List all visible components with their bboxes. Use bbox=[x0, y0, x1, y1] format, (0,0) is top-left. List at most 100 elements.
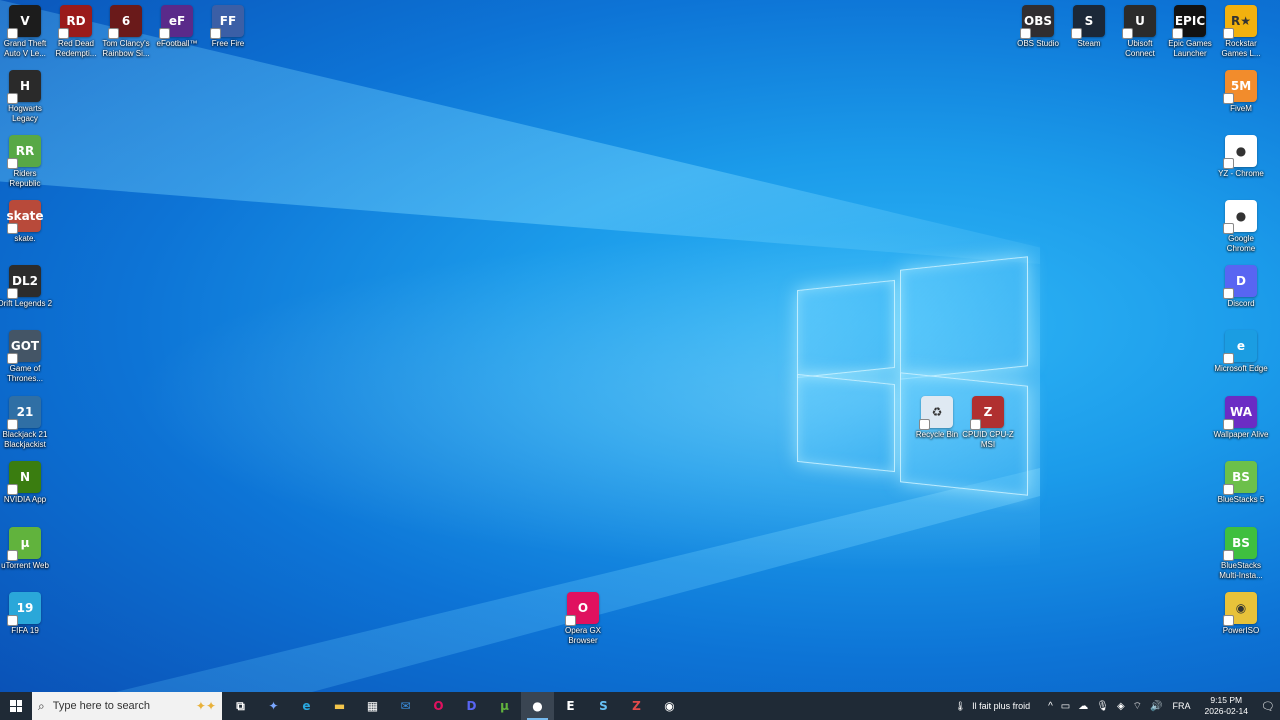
icon-badge-text: eF bbox=[168, 14, 186, 28]
desktop-icon-gta-v[interactable]: V Grand Theft Auto V Le... bbox=[0, 5, 53, 59]
search-box[interactable]: ⌕ Type here to search ✦✦ bbox=[32, 692, 222, 720]
taskbar-file-explorer-button[interactable]: ▬ bbox=[323, 692, 356, 720]
taskbar-steam-button[interactable]: S bbox=[587, 692, 620, 720]
epic-games-icon: EPIC bbox=[1172, 5, 1206, 39]
desktop-icon-ubisoft[interactable]: U Ubisoft Connect bbox=[1112, 5, 1168, 59]
desktop-icon-discord[interactable]: D Discord bbox=[1213, 265, 1269, 309]
shortcut-arrow-icon bbox=[7, 288, 18, 299]
desktop-icon-label: Ubisoft Connect bbox=[1125, 39, 1155, 58]
taskbar-copilot-button[interactable]: ✦ bbox=[257, 692, 290, 720]
desktop-icon-bluestacks[interactable]: BS BlueStacks 5 bbox=[1213, 461, 1269, 505]
desktop-icon-label: PowerISO bbox=[1222, 626, 1260, 635]
nvidia-tray-icon[interactable]: ◈ bbox=[1117, 701, 1125, 712]
desktop-icon-free-fire[interactable]: FF Free Fire bbox=[200, 5, 256, 49]
desktop-icon-hogwarts-legacy[interactable]: H Hogwarts Legacy bbox=[0, 70, 53, 124]
taskbar-edge-button[interactable]: e bbox=[290, 692, 323, 720]
network-icon[interactable]: ▭ bbox=[1061, 701, 1070, 712]
windows-start-icon bbox=[10, 700, 22, 712]
desktop-icon-label: Epic Games Launcher bbox=[1168, 39, 1212, 58]
desktop-icon-skate[interactable]: skate skate. bbox=[0, 200, 53, 244]
desktop-icon-chrome[interactable]: ● Google Chrome bbox=[1213, 200, 1269, 254]
desktop-icon-bluestacks-multi[interactable]: BS BlueStacks Multi-Insta... bbox=[1213, 527, 1269, 581]
desktop-icon-chrome-profile[interactable]: ● YZ - Chrome bbox=[1213, 135, 1269, 179]
desktop-icon-label: CPUID CPU-Z MSI bbox=[962, 430, 1014, 449]
desktop-icon-riders-republic[interactable]: RR Riders Republic bbox=[0, 135, 53, 189]
icon-badge-text: DL2 bbox=[12, 274, 38, 288]
desktop-icon-label: Red Dead Redempti... bbox=[55, 39, 97, 58]
desktop-icon-label: Discord bbox=[1227, 299, 1255, 308]
icon-badge-text: V bbox=[20, 14, 30, 28]
desktop-icon-wallpaper-alive[interactable]: WA Wallpaper Alive bbox=[1213, 396, 1269, 440]
icon-badge-text: GOT bbox=[10, 339, 40, 353]
search-icon: ⌕ bbox=[38, 698, 45, 713]
chevron-up-icon[interactable]: ^ bbox=[1048, 701, 1053, 712]
desktop-icon-poweriso[interactable]: ◉ PowerISO bbox=[1213, 592, 1269, 636]
chrome-icon: ● bbox=[1223, 200, 1257, 234]
shortcut-arrow-icon bbox=[565, 615, 576, 626]
icon-badge-text: WA bbox=[1230, 405, 1252, 419]
taskbar-opera-gx-button[interactable]: O bbox=[422, 692, 455, 720]
icon-badge-text: S bbox=[1084, 14, 1094, 28]
taskbar-chrome-button[interactable]: ● bbox=[521, 692, 554, 720]
desktop-icon-game-of-thrones[interactable]: GOT Game of Thrones... bbox=[0, 330, 53, 384]
desktop-icon-utorrent[interactable]: µ uTorrent Web bbox=[0, 527, 53, 571]
desktop-icon-edge[interactable]: e Microsoft Edge bbox=[1213, 330, 1269, 374]
desktop-icon-red-dead[interactable]: RD Red Dead Redempti... bbox=[48, 5, 104, 59]
taskbar-discord-button[interactable]: D bbox=[455, 692, 488, 720]
desktop-icon-opera-gx[interactable]: O Opera GX Browser bbox=[555, 592, 611, 646]
taskbar-obs-button[interactable]: ◉ bbox=[653, 692, 686, 720]
start-button[interactable] bbox=[0, 692, 32, 720]
weather-widget[interactable]: 🌡 Il fait plus froid bbox=[949, 701, 1030, 712]
desktop-icon-label: FiveM bbox=[1230, 104, 1252, 113]
taskbar-task-view-button[interactable]: ⧉ bbox=[224, 692, 257, 720]
notification-icon[interactable]: 🗨 bbox=[1256, 700, 1280, 713]
red-dead-icon: RD bbox=[58, 5, 92, 39]
desktop-icon-epic-games[interactable]: EPIC Epic Games Launcher bbox=[1162, 5, 1218, 59]
desktop-icon-cpu-z[interactable]: Z CPUID CPU-Z MSI bbox=[960, 396, 1016, 450]
microphone-icon[interactable]: 🎙 bbox=[1096, 701, 1109, 712]
icon-badge-text: H bbox=[19, 79, 31, 93]
desktop-icon-label: BlueStacks 5 bbox=[1217, 495, 1265, 504]
wifi-icon[interactable]: ⌔ bbox=[1133, 700, 1142, 713]
desktop-icon-label: YZ - Chrome bbox=[1218, 169, 1264, 178]
epic-games-icon: E bbox=[566, 699, 575, 713]
desktop-icon-fifa[interactable]: 19 FIFA 19 bbox=[0, 592, 53, 636]
desktop-icon-fivem[interactable]: 5M FiveM bbox=[1213, 70, 1269, 114]
onedrive-icon[interactable]: ☁ bbox=[1078, 701, 1088, 712]
desktop-icon-recycle-bin[interactable]: ♻ Recycle Bin bbox=[909, 396, 965, 440]
desktop-icon-drift-legends[interactable]: DL2 Drift Legends 2 bbox=[0, 265, 53, 309]
drift-legends-icon: DL2 bbox=[7, 265, 41, 299]
clock[interactable]: 9:15 PM 2026-02-14 bbox=[1205, 695, 1248, 717]
desktop-icon-steam[interactable]: S Steam bbox=[1061, 5, 1117, 49]
taskbar-epic-games-button[interactable]: E bbox=[554, 692, 587, 720]
efootball-icon: eF bbox=[159, 5, 193, 39]
volume-icon[interactable]: 🔊 bbox=[1150, 701, 1162, 712]
taskbar-store-button[interactable]: ▦ bbox=[356, 692, 389, 720]
desktop-icon-rockstar[interactable]: R★ Rockstar Games L... bbox=[1213, 5, 1269, 59]
taskbar-cpu-z-button[interactable]: Z bbox=[620, 692, 653, 720]
language-indicator[interactable]: FRA bbox=[1173, 701, 1191, 711]
shortcut-arrow-icon bbox=[159, 28, 170, 39]
rainbow-six-icon: 6 bbox=[108, 5, 142, 39]
shortcut-arrow-icon bbox=[58, 28, 69, 39]
desktop-icon-label: Hogwarts Legacy bbox=[8, 104, 42, 123]
shortcut-arrow-icon bbox=[1223, 28, 1234, 39]
shortcut-arrow-icon bbox=[210, 28, 221, 39]
task-view-icon: ⧉ bbox=[236, 698, 245, 713]
rockstar-icon: R★ bbox=[1223, 5, 1257, 39]
desktop-icon-label: Recycle Bin bbox=[915, 430, 959, 439]
obs-icon: OBS bbox=[1020, 5, 1054, 39]
taskbar-utorrent-button[interactable]: µ bbox=[488, 692, 521, 720]
desktop-icon-rainbow-six[interactable]: 6 Tom Clancy's Rainbow Si... bbox=[98, 5, 154, 59]
desktop-icon-obs[interactable]: OBS OBS Studio bbox=[1010, 5, 1066, 49]
desktop-icon-efootball[interactable]: eF eFootball™ bbox=[149, 5, 205, 49]
taskbar-mail-button[interactable]: ✉ bbox=[389, 692, 422, 720]
desktop-icon-blackjack[interactable]: 21 Blackjack 21 Blackjackist bbox=[0, 396, 53, 450]
desktop-icon-nvidia[interactable]: N NVIDIA App bbox=[0, 461, 53, 505]
utorrent-icon: µ bbox=[500, 699, 509, 713]
desktop-icon-label: Google Chrome bbox=[1226, 234, 1256, 253]
icon-badge-text: skate bbox=[6, 209, 44, 223]
desktop-icon-label: BlueStacks Multi-Insta... bbox=[1219, 561, 1263, 580]
icon-badge-text: 5M bbox=[1230, 79, 1252, 93]
desktop-icon-label: eFootball™ bbox=[156, 39, 198, 48]
